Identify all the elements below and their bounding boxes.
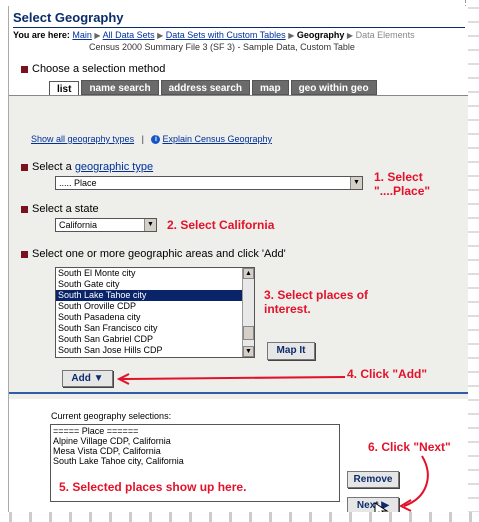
bullet-icon	[21, 250, 28, 258]
tab-list[interactable]: list	[49, 81, 80, 96]
list-item[interactable]: South San Jose Hills CDP	[56, 345, 254, 356]
section-divider	[9, 392, 468, 394]
show-all-geo-types-link[interactable]: Show all geography types	[31, 134, 134, 144]
torn-edge-bottom	[0, 512, 479, 522]
areas-label: Select one or more geographic areas and …	[21, 248, 286, 260]
page-frame: Select Geography You are here: Main ▶ Al…	[8, 6, 468, 516]
geo-type-label-prefix: Select a	[32, 161, 72, 173]
annotation-step-2: 2. Select California	[167, 218, 275, 232]
list-item[interactable]: South Pasadena city	[56, 312, 254, 323]
list-item[interactable]: South El Monte city	[56, 268, 254, 279]
map-it-button[interactable]: Map It	[267, 342, 315, 360]
explain-geography-link[interactable]: Explain Census Geography	[162, 134, 272, 144]
breadcrumb: You are here: Main ▶ All Data Sets ▶ Dat…	[13, 30, 468, 40]
breadcrumb-main[interactable]: Main	[72, 30, 92, 40]
list-item[interactable]: South San Francisco city	[56, 323, 254, 334]
method-tabs: list name search address search map geo …	[49, 80, 377, 96]
tab-name-search[interactable]: name search	[81, 80, 159, 95]
geographic-type-link[interactable]: geographic type	[75, 161, 153, 173]
selection-method-heading: Choose a selection method	[21, 63, 165, 75]
chevron-down-icon: ▼	[93, 373, 104, 384]
list-item[interactable]: South Oroville CDP	[56, 301, 254, 312]
title-divider	[13, 27, 465, 28]
annotation-step-5: 5. Selected places show up here.	[59, 480, 247, 494]
tab-address-search[interactable]: address search	[160, 80, 250, 95]
breadcrumb-arrow-icon: ▶	[288, 31, 295, 40]
breadcrumb-all-data-sets[interactable]: All Data Sets	[103, 30, 155, 40]
add-button-label: Add	[71, 373, 91, 384]
geo-type-value: ..... Place	[59, 178, 97, 188]
breadcrumb-current: Geography	[296, 30, 345, 40]
bullet-icon	[21, 163, 28, 171]
list-item[interactable]: ===== Place ======	[53, 426, 337, 436]
annotation-step-4: 4. Click "Add"	[347, 367, 428, 381]
bullet-icon	[21, 65, 28, 73]
dropdown-arrow-icon[interactable]: ▼	[350, 177, 362, 189]
list-item[interactable]: South San Gabriel CDP	[56, 334, 254, 345]
areas-label-text: Select one or more geographic areas and …	[32, 248, 286, 260]
state-select[interactable]: California ▼	[55, 218, 157, 232]
current-selections-label: Current geography selections:	[51, 411, 172, 421]
scroll-down-icon[interactable]: ▼	[243, 346, 254, 357]
annotation-step-1: 1. Select "....Place"	[374, 170, 431, 198]
dataset-subtitle: Census 2000 Summary File 3 (SF 3) - Samp…	[89, 42, 355, 52]
list-item-selected[interactable]: South Lake Tahoe city	[56, 290, 254, 301]
list-item[interactable]: South Gate city	[56, 279, 254, 290]
scroll-up-icon[interactable]: ▲	[243, 268, 254, 279]
help-links: Show all geography types | i Explain Cens…	[31, 134, 272, 145]
annotation-step-6: 6. Click "Next"	[368, 440, 451, 454]
tab-map[interactable]: map	[252, 80, 289, 95]
geographic-areas-listbox[interactable]: South El Monte city South Gate city Sout…	[55, 267, 255, 358]
breadcrumb-data-elements: Data Elements	[355, 30, 415, 40]
page-title: Select Geography	[13, 10, 124, 25]
info-icon: i	[151, 135, 161, 145]
listbox-scrollbar[interactable]: ▲ ▼	[242, 268, 254, 357]
state-label: Select a state	[21, 203, 99, 215]
next-button-label: Next	[356, 500, 379, 511]
selection-method-label: Choose a selection method	[32, 63, 166, 75]
list-item[interactable]: Alpine Village CDP, California	[53, 436, 337, 446]
bullet-icon	[21, 205, 28, 213]
scroll-thumb[interactable]	[243, 326, 254, 340]
breadcrumb-arrow-icon: ▶	[346, 31, 354, 40]
list-item[interactable]: South Lake Tahoe city, California	[53, 456, 337, 466]
list-item[interactable]: Mesa Vista CDP, California	[53, 446, 337, 456]
add-button[interactable]: Add ▼	[62, 370, 113, 387]
geo-type-select[interactable]: ..... Place ▼	[55, 176, 363, 190]
dropdown-arrow-icon[interactable]: ▼	[144, 219, 156, 231]
breadcrumb-custom-tables[interactable]: Data Sets with Custom Tables	[166, 30, 286, 40]
link-separator: |	[141, 134, 144, 144]
breadcrumb-arrow-icon: ▶	[157, 31, 164, 40]
breadcrumb-prefix: You are here:	[13, 30, 70, 40]
remove-button[interactable]: Remove	[347, 471, 399, 488]
state-value: California	[59, 220, 98, 230]
arrow-right-icon: ▶	[381, 500, 390, 511]
geo-type-label: Select a geographic type	[21, 161, 153, 173]
tab-geo-within-geo[interactable]: geo within geo	[290, 80, 377, 95]
breadcrumb-arrow-icon: ▶	[94, 31, 101, 40]
state-label-text: Select a state	[32, 203, 99, 215]
annotation-step-3: 3. Select places of interest.	[264, 288, 369, 316]
